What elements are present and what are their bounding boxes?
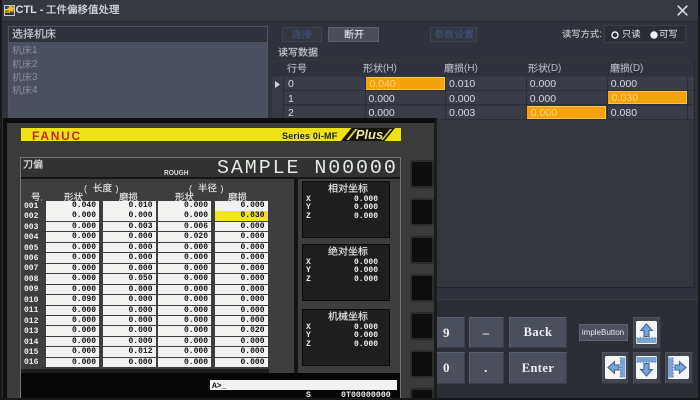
svg-text:Plus: Plus: [356, 128, 383, 141]
